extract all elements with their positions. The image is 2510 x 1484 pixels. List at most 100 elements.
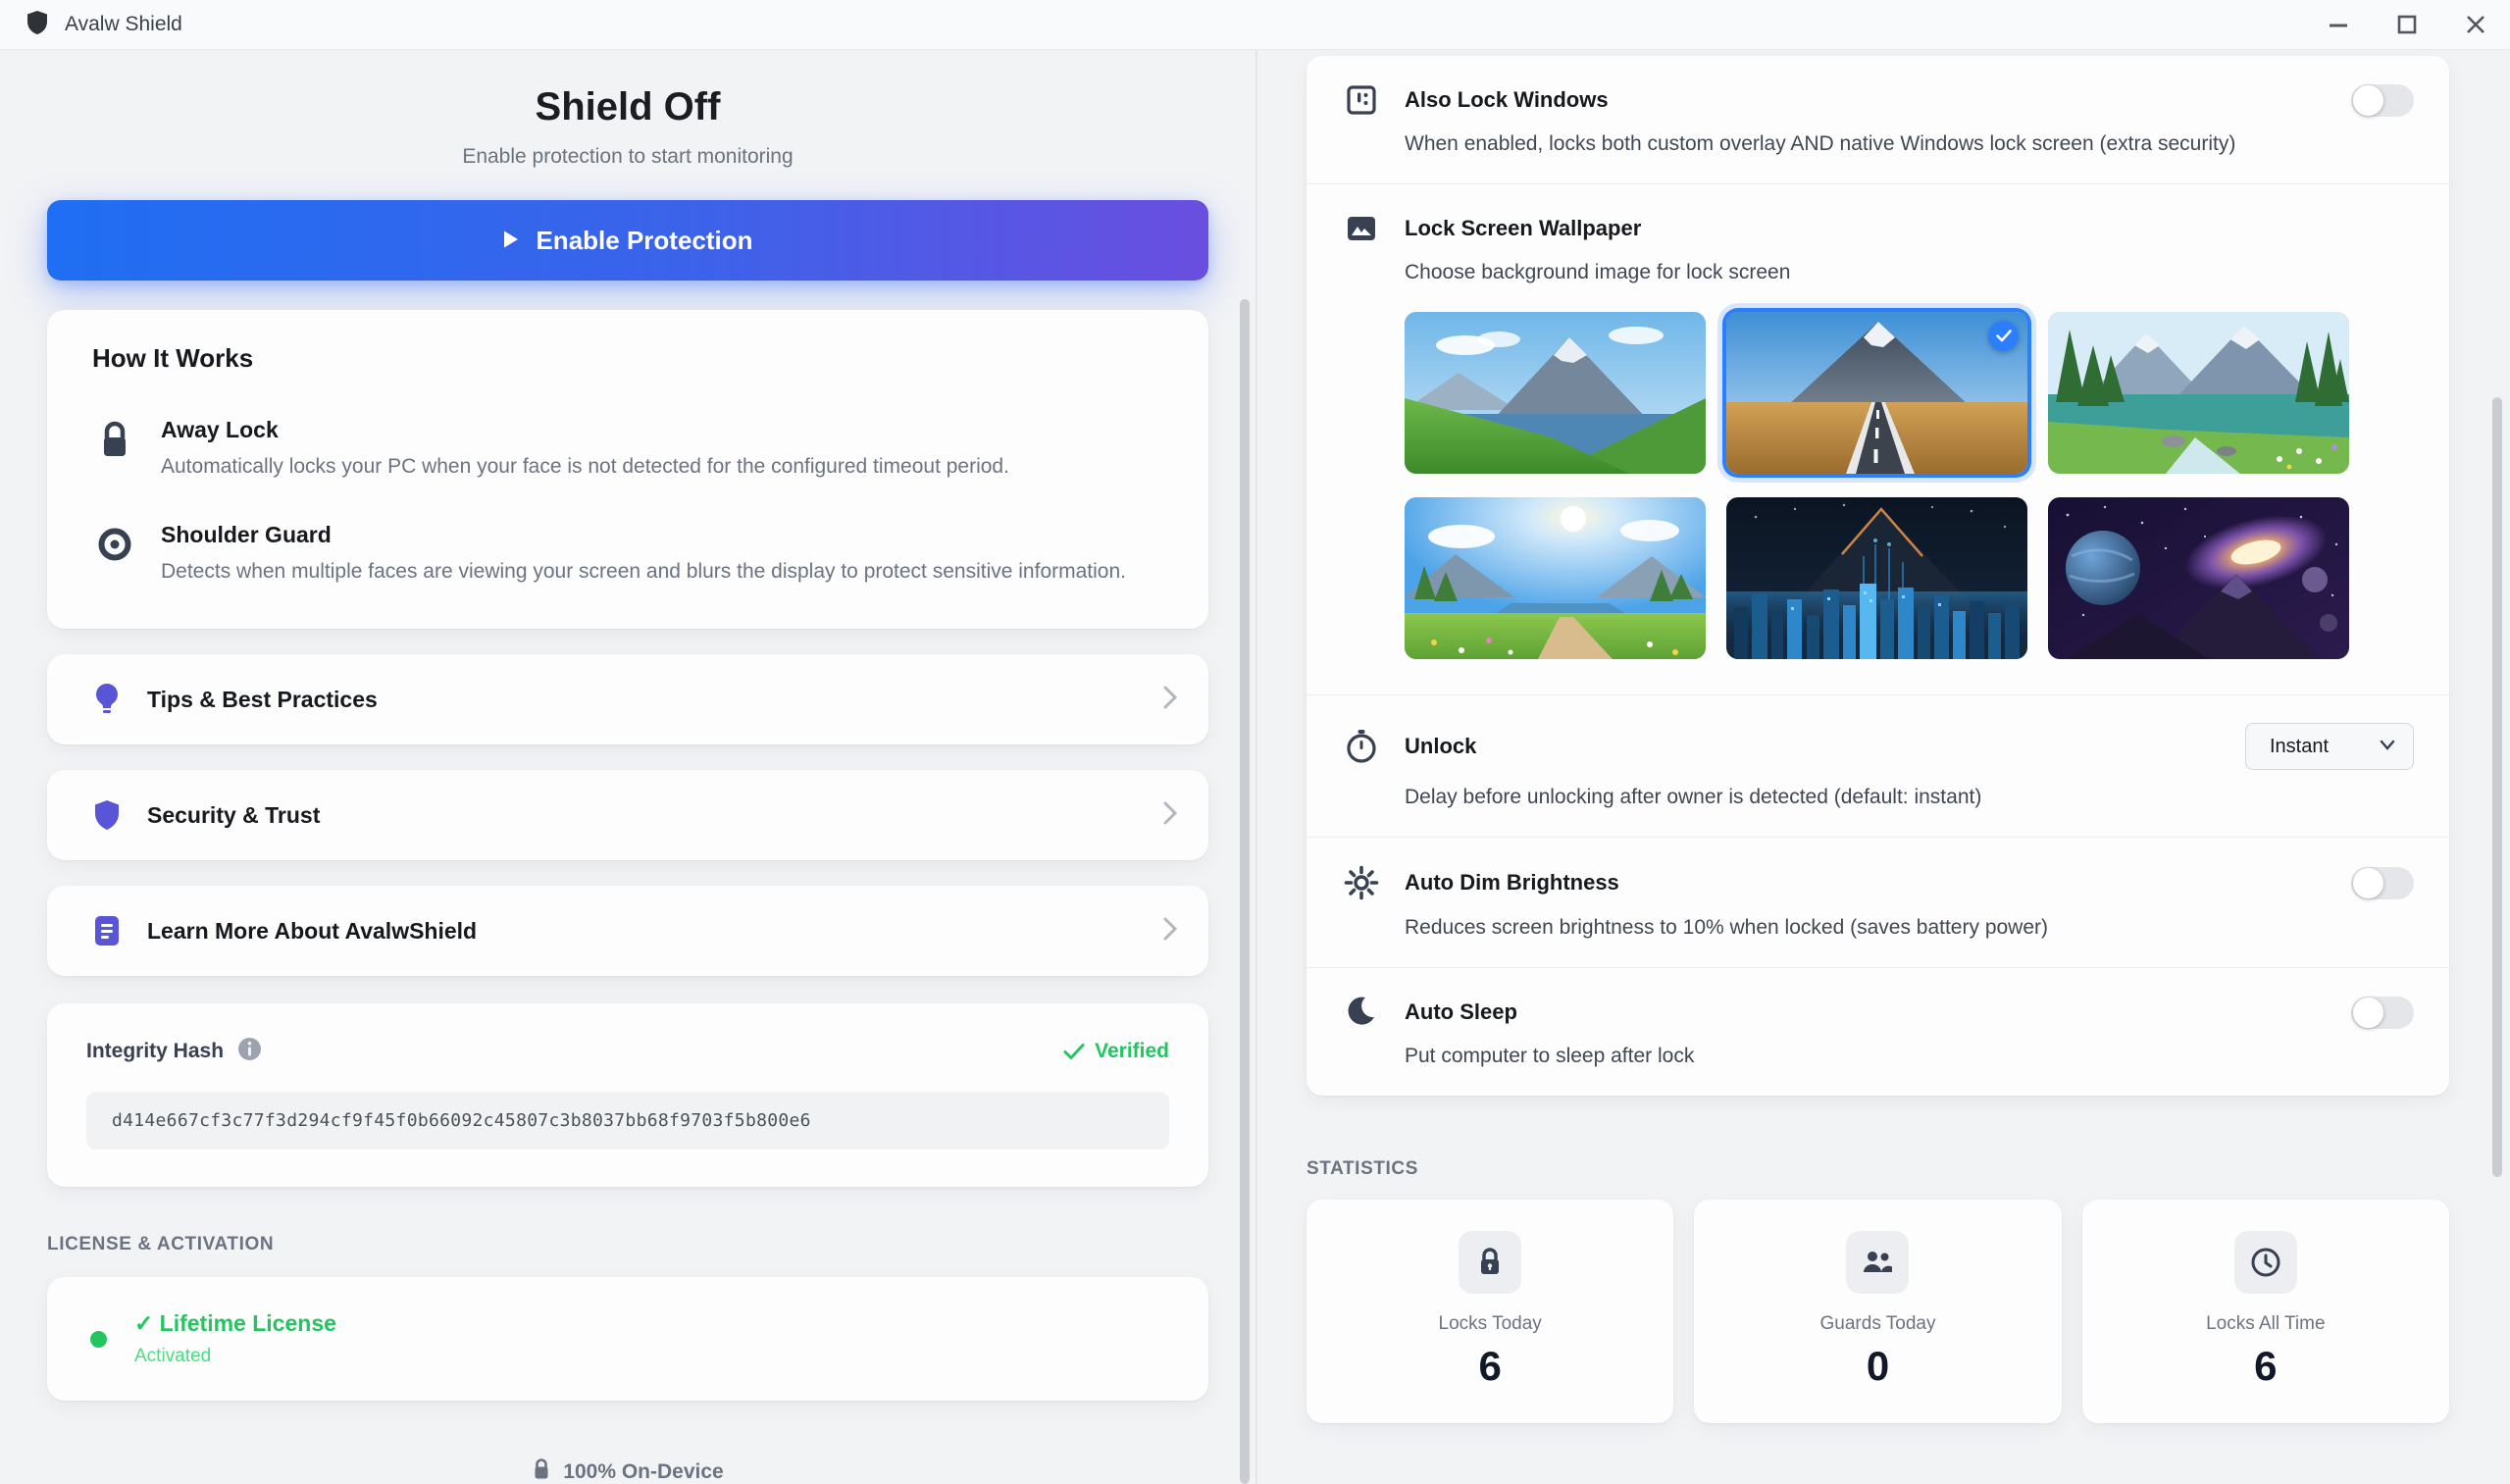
app-title: Avalw Shield [65, 13, 182, 35]
setting-title: Auto Sleep [1405, 999, 1517, 1024]
also-lock-windows-toggle[interactable] [2351, 83, 2414, 117]
verified-label: Verified [1095, 1040, 1169, 1062]
moon-icon [1342, 996, 1381, 1029]
how-it-works-title: How It Works [92, 343, 254, 373]
setting-auto-dim: Auto Dim Brightness Reduces screen brigh… [1306, 838, 2449, 968]
wallpaper-thumbnail-cyber-city[interactable] [1726, 497, 2027, 659]
chevron-down-icon [2380, 738, 2395, 755]
license-title: ✓ Lifetime License [134, 1310, 336, 1336]
setting-description: Choose background image for lock screen [1405, 261, 1791, 283]
accordion-label: Learn More About AvalwShield [147, 917, 478, 944]
left-panel-scrollbar[interactable] [1240, 299, 1250, 1484]
how-it-works-card: How It Works Away Lock Automatically loc… [47, 310, 1208, 629]
enable-protection-label: Enable Protection [536, 225, 753, 255]
settings-panel: Also Lock Windows When enabled, locks bo… [1257, 50, 2510, 1484]
unlock-delay-select[interactable]: Instant [2245, 723, 2414, 770]
integrity-hash-card: Integrity Hash Verified d414e667cf3c77f3… [47, 1003, 1208, 1187]
setting-lock-screen-wallpaper: Lock Screen Wallpaper Choose background … [1306, 184, 2449, 695]
wallpaper-thumbnail-road-mountain[interactable] [1726, 312, 2027, 474]
close-button[interactable] [2441, 0, 2510, 49]
enable-protection-button[interactable]: Enable Protection [47, 200, 1208, 281]
stat-card-locks-today: Locks Today 6 [1306, 1200, 1674, 1423]
stat-card-locks-all-time: Locks All Time 6 [2081, 1200, 2449, 1423]
selected-check-icon [1988, 321, 2019, 351]
setting-description: Reduces screen brightness to 10% when lo… [1405, 916, 2049, 939]
info-icon[interactable] [237, 1037, 262, 1066]
check-icon [1063, 1044, 1085, 1059]
wallpaper-grid [1405, 312, 2414, 659]
maximize-button[interactable] [2373, 0, 2441, 49]
app-shield-icon [26, 10, 49, 40]
unlock-delay-value: Instant [2270, 735, 2330, 757]
lightbulb-icon [90, 683, 124, 716]
feature-title: Away Lock [161, 417, 279, 442]
feature-shoulder-guard: Shoulder Guard Detects when multiple fac… [92, 522, 1163, 584]
wallpaper-thumbnail-galaxy[interactable] [2048, 497, 2349, 659]
lock-icon [1459, 1231, 1522, 1294]
chevron-right-icon [1161, 685, 1179, 715]
setting-description: When enabled, locks both custom overlay … [1405, 132, 2236, 155]
wallpaper-thumbnail-sunny-meadow[interactable] [1405, 497, 1706, 659]
license-card: ✓ Lifetime License Activated [47, 1277, 1208, 1401]
auto-sleep-toggle[interactable] [2351, 996, 2414, 1029]
setting-title: Lock Screen Wallpaper [1405, 216, 1642, 240]
stopwatch-icon [1342, 729, 1381, 764]
monitor-alert-icon [1342, 83, 1381, 117]
accordion-label: Security & Trust [147, 801, 321, 828]
play-icon [502, 226, 520, 256]
status-dot-icon [90, 1330, 107, 1348]
stat-label: Locks Today [1438, 1313, 1542, 1334]
feature-away-lock: Away Lock Automatically locks your PC wh… [92, 417, 1163, 479]
auto-dim-toggle[interactable] [2351, 866, 2414, 899]
statistics-row: Locks Today 6 Guards Today 0 Locks All T… [1306, 1200, 2449, 1423]
feature-title: Shoulder Guard [161, 522, 332, 547]
titlebar: Avalw Shield [0, 0, 2510, 50]
clock-icon [2233, 1231, 2297, 1294]
chevron-right-icon [1161, 916, 1179, 947]
setting-also-lock-windows: Also Lock Windows When enabled, locks bo… [1306, 56, 2449, 184]
stat-label: Locks All Time [2206, 1313, 2326, 1334]
shield-icon [90, 799, 124, 831]
wallpaper-thumbnail-mountain-lake[interactable] [1405, 312, 1706, 474]
wallpaper-thumbnail-forest-lake[interactable] [2048, 312, 2349, 474]
minimize-button[interactable] [2304, 0, 2373, 49]
accordion-security-trust[interactable]: Security & Trust [47, 770, 1208, 860]
chevron-right-icon [1161, 800, 1179, 831]
stat-card-guards-today: Guards Today 0 [1694, 1200, 2062, 1423]
shield-status-title: Shield Off [535, 85, 721, 128]
statistics-section-label: STATISTICS [1306, 1158, 1419, 1179]
stat-value: 6 [1478, 1343, 1502, 1389]
right-panel-scrollbar[interactable] [2492, 397, 2502, 1177]
lock-icon [92, 417, 137, 479]
stat-label: Guards Today [1819, 1313, 1936, 1334]
setting-auto-sleep: Auto Sleep Put computer to sleep after l… [1306, 968, 2449, 1096]
setting-description: Put computer to sleep after lock [1405, 1045, 1695, 1067]
on-device-label: 100% On-Device [563, 1460, 724, 1483]
integrity-hash-title: Integrity Hash [86, 1040, 225, 1062]
feature-description: Automatically locks your PC when your fa… [161, 455, 1009, 478]
small-lock-icon [532, 1458, 551, 1484]
accordion-tips[interactable]: Tips & Best Practices [47, 654, 1208, 744]
setting-unlock: Unlock Instant Delay before unlocking af… [1306, 695, 2449, 838]
setting-description: Delay before unlocking after owner is de… [1405, 786, 1982, 808]
accordion-learn-more[interactable]: Learn More About AvalwShield [47, 886, 1208, 976]
stat-value: 6 [2254, 1343, 2278, 1389]
on-device-note: 100% On-Device [47, 1458, 1208, 1484]
image-icon [1342, 212, 1381, 245]
app-window: Avalw Shield Shield Off Enable protectio… [0, 0, 2510, 1484]
settings-card: Also Lock Windows When enabled, locks bo… [1306, 56, 2449, 1096]
main-panel: Shield Off Enable protection to start mo… [0, 50, 1257, 1484]
brightness-icon [1342, 865, 1381, 900]
feature-description: Detects when multiple faces are viewing … [161, 560, 1126, 583]
setting-title: Unlock [1405, 734, 1477, 758]
users-icon [1846, 1231, 1910, 1294]
accordion-label: Tips & Best Practices [147, 686, 378, 712]
license-section-label: LICENSE & ACTIVATION [47, 1234, 275, 1254]
shield-status-subtitle: Enable protection to start monitoring [462, 145, 794, 168]
setting-title: Auto Dim Brightness [1405, 870, 1619, 895]
stat-value: 0 [1866, 1343, 1890, 1389]
integrity-hash-value: d414e667cf3c77f3d294cf9f45f0b66092c45807… [86, 1092, 1169, 1150]
eye-icon [92, 522, 137, 584]
verified-badge: Verified [1063, 1040, 1169, 1063]
setting-title: Also Lock Windows [1405, 87, 1609, 112]
